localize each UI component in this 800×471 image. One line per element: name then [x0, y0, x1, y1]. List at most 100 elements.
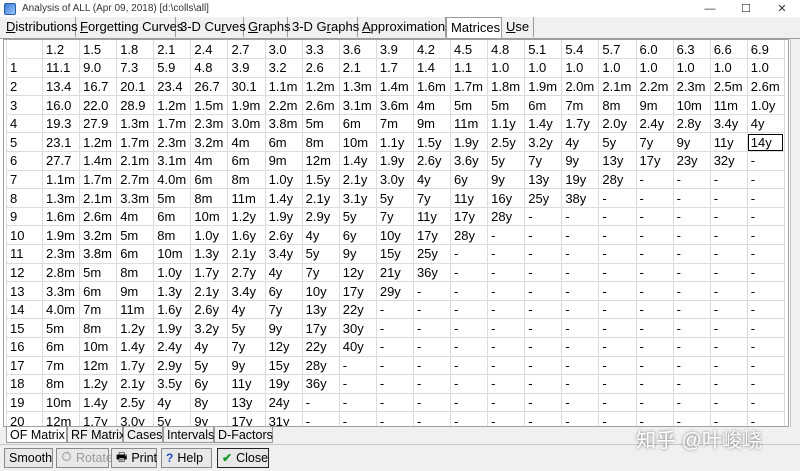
matrix-cell[interactable]: 1.0	[561, 58, 600, 78]
matrix-cell[interactable]: -	[487, 337, 526, 357]
matrix-cell[interactable]: -	[598, 225, 637, 246]
matrix-cell[interactable]: -	[412, 355, 452, 376]
matrix-cell[interactable]: -	[561, 281, 600, 301]
matrix-cell[interactable]: -	[561, 411, 600, 426]
matrix-cell[interactable]: 2.6m	[79, 206, 118, 227]
matrix-cell[interactable]: -	[709, 281, 748, 301]
tab-distributions[interactable]: Distributions	[2, 17, 78, 37]
matrix-cell[interactable]: -	[301, 411, 340, 426]
matrix-cell[interactable]: -	[412, 299, 452, 320]
tab-of-matrix[interactable]: OF Matrix	[6, 427, 67, 443]
matrix-cell[interactable]: -	[746, 244, 785, 264]
matrix-cell[interactable]: -	[709, 262, 748, 283]
matrix-cell[interactable]: -	[672, 244, 711, 264]
matrix-cell[interactable]: 4y	[227, 299, 266, 320]
matrix-cell[interactable]: -	[450, 318, 489, 338]
matrix-cell[interactable]: 3.5y	[153, 374, 192, 394]
matrix-cell[interactable]: 17y	[450, 206, 489, 227]
matrix-cell[interactable]: -	[746, 262, 785, 283]
matrix-cell[interactable]: 9m	[412, 113, 452, 134]
matrix-cell[interactable]: 8m	[227, 169, 266, 190]
matrix-cell[interactable]: 16.7	[79, 76, 118, 97]
matrix-cell[interactable]: 1.2m	[301, 76, 340, 97]
matrix-cell[interactable]: 1.9m	[41, 225, 81, 246]
matrix-cell[interactable]: 2.4y	[153, 337, 192, 357]
matrix-cell[interactable]: 1.5y	[412, 132, 452, 153]
matrix-cell[interactable]: 4y	[301, 225, 340, 246]
matrix-cell[interactable]: 8m	[301, 132, 340, 153]
matrix-grid[interactable]: 1.2 1.5 1.8 2.1 2.4 2.7 3.0 3.3 3.6 3.9 4.2 4.5 4.8 5…	[3, 39, 789, 427]
matrix-cell[interactable]: 1.7m	[450, 76, 489, 97]
matrix-cell[interactable]: -	[746, 225, 785, 246]
matrix-cell[interactable]: 6m	[153, 206, 192, 227]
matrix-cell[interactable]: -	[487, 262, 526, 283]
matrix-cell[interactable]: 3.6m	[375, 95, 414, 115]
matrix-cell[interactable]: 11y	[227, 374, 266, 394]
matrix-cell[interactable]: 30y	[338, 318, 377, 338]
matrix-cell[interactable]: 1.0y	[264, 169, 303, 190]
matrix-cell[interactable]: 13y	[598, 151, 637, 171]
matrix-cell[interactable]: 9m	[635, 95, 674, 115]
matrix-cell[interactable]: 23.1	[41, 132, 81, 153]
matrix-cell[interactable]: 2.3m	[672, 76, 711, 97]
matrix-cell[interactable]: -	[598, 355, 637, 376]
matrix-cell[interactable]: -	[375, 392, 414, 413]
matrix-cell[interactable]: 3.4y	[709, 113, 748, 134]
matrix-cell[interactable]: 7y	[301, 262, 340, 283]
matrix-cell[interactable]: 1.0y	[190, 225, 229, 246]
matrix-cell[interactable]: 31y	[264, 411, 303, 426]
matrix-cell[interactable]: 5m	[116, 225, 155, 246]
matrix-cell[interactable]: 6y	[450, 169, 489, 190]
matrix-cell[interactable]: 14y	[746, 132, 785, 153]
matrix-cell[interactable]: 10m	[338, 132, 377, 153]
matrix-cell[interactable]: 3.0y	[375, 169, 414, 190]
matrix-cell[interactable]: 2.1m	[116, 151, 155, 171]
matrix-cell[interactable]: 28.9	[116, 95, 155, 115]
matrix-cell[interactable]: 17y	[412, 225, 452, 246]
matrix-cell[interactable]: 7y	[227, 337, 266, 357]
matrix-cell[interactable]: 20.1	[116, 76, 155, 97]
matrix-cell[interactable]: 2.1y	[190, 281, 229, 301]
matrix-cell[interactable]: -	[598, 262, 637, 283]
matrix-cell[interactable]: 3.2y	[190, 318, 229, 338]
matrix-cell[interactable]: 1.7y	[116, 355, 155, 376]
matrix-cell[interactable]: 9y	[190, 411, 229, 426]
matrix-cell[interactable]: -	[375, 374, 414, 394]
matrix-cell[interactable]: 6m	[116, 244, 155, 264]
matrix-cell[interactable]: -	[338, 374, 377, 394]
matrix-cell[interactable]: -	[561, 244, 600, 264]
matrix-cell[interactable]: 6m	[264, 132, 303, 153]
matrix-cell[interactable]: -	[635, 225, 674, 246]
matrix-cell[interactable]: 11m	[709, 95, 748, 115]
matrix-cell[interactable]: 26.7	[190, 76, 229, 97]
matrix-cell[interactable]: 2.5y	[116, 392, 155, 413]
matrix-cell[interactable]: 13y	[301, 299, 340, 320]
tab-use[interactable]: Use	[502, 17, 534, 37]
matrix-cell[interactable]: 1.6y	[227, 225, 266, 246]
matrix-cell[interactable]: -	[598, 392, 637, 413]
matrix-cell[interactable]: 1.0	[487, 58, 526, 78]
matrix-cell[interactable]: 5.9	[153, 58, 192, 78]
matrix-cell[interactable]: 5y	[375, 188, 414, 208]
matrix-cell[interactable]: 10m	[79, 337, 118, 357]
matrix-cell[interactable]: -	[709, 299, 748, 320]
matrix-cell[interactable]: 4y	[264, 262, 303, 283]
matrix-cell[interactable]: -	[524, 244, 563, 264]
matrix-cell[interactable]: 12m	[79, 355, 118, 376]
matrix-cell[interactable]: -	[375, 337, 414, 357]
matrix-cell[interactable]: -	[524, 281, 563, 301]
matrix-cell[interactable]: 1.5m	[190, 95, 229, 115]
matrix-cell[interactable]: 8y	[190, 392, 229, 413]
matrix-cell[interactable]: 3.2m	[79, 225, 118, 246]
matrix-cell[interactable]: 9y	[338, 244, 377, 264]
matrix-cell[interactable]: -	[598, 299, 637, 320]
matrix-cell[interactable]: 4y	[190, 337, 229, 357]
matrix-cell[interactable]: 1.4y	[116, 337, 155, 357]
matrix-cell[interactable]: -	[561, 262, 600, 283]
matrix-cell[interactable]: 10m	[672, 95, 711, 115]
matrix-cell[interactable]: -	[635, 337, 674, 357]
matrix-cell[interactable]: 5y	[338, 206, 377, 227]
matrix-cell[interactable]: -	[450, 244, 489, 264]
matrix-cell[interactable]: -	[338, 392, 377, 413]
matrix-cell[interactable]: 1.7	[375, 58, 414, 78]
